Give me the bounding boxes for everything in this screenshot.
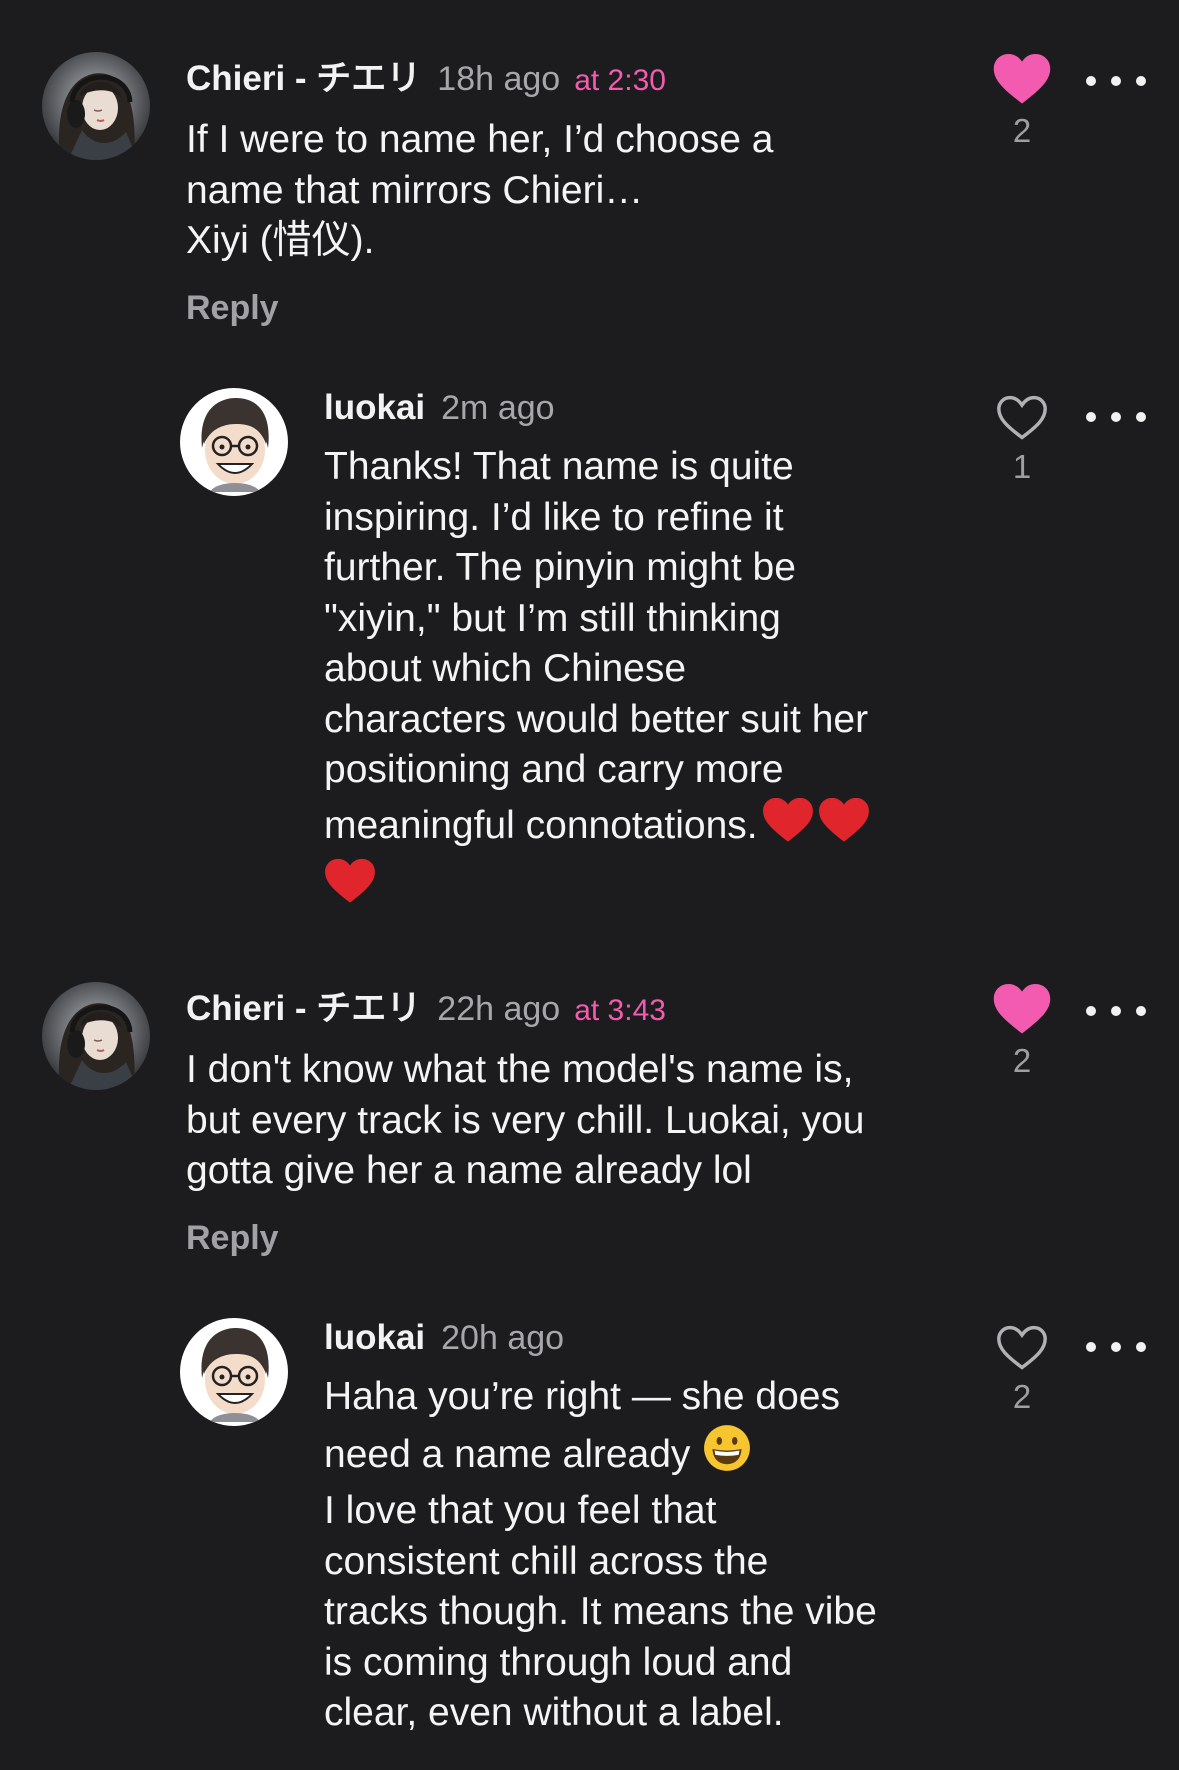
- comment-time: 22h ago: [437, 990, 561, 1028]
- red-heart-emoji: [818, 796, 870, 858]
- more-options-button[interactable]: [1086, 402, 1146, 432]
- comment-text-line: Haha you’re right — she does: [324, 1375, 840, 1418]
- like-count: 2: [1012, 1042, 1032, 1079]
- author-name[interactable]: luokai: [324, 1318, 425, 1358]
- headphones-girl-avatar-icon: [42, 52, 150, 160]
- avatar[interactable]: [180, 1318, 288, 1426]
- red-heart-emoji: [324, 857, 376, 919]
- reply-button[interactable]: Reply: [186, 289, 976, 328]
- comment-item: luokai 2m ago Thanks! That name is quite…: [0, 380, 1179, 920]
- avatar[interactable]: [180, 388, 288, 496]
- comment-header: Chieri - チエリ 22h ago at 3:43: [186, 980, 976, 1031]
- like-button[interactable]: 2: [982, 982, 1062, 1080]
- comment-time: 2m ago: [441, 389, 555, 427]
- comment-text-body: I love that you feel that consistent chi…: [324, 1489, 877, 1734]
- dot-icon: [1136, 1006, 1146, 1016]
- author-name[interactable]: Chieri - チエリ: [186, 50, 421, 101]
- comment-item: luokai 20h ago Haha you’re right — she d…: [0, 1310, 1179, 1770]
- heart-filled-icon: [993, 983, 1051, 1034]
- author-name[interactable]: Chieri - チエリ: [186, 980, 421, 1031]
- like-count: 1: [1012, 448, 1032, 485]
- dot-icon: [1086, 1006, 1096, 1016]
- headphones-girl-avatar-icon: [42, 982, 150, 1090]
- more-options-button[interactable]: [1086, 66, 1146, 96]
- comment-text-line: need a name already: [324, 1432, 691, 1476]
- comment-text-body: Thanks! That name is quite inspiring. I’…: [324, 445, 869, 847]
- cartoon-man-glasses-avatar-icon: [180, 1318, 288, 1426]
- reply-button[interactable]: Reply: [186, 1219, 976, 1258]
- comment-item: Chieri - チエリ 18h ago at 2:30 If I were t…: [0, 0, 1179, 330]
- dot-icon: [1136, 1342, 1146, 1352]
- dot-icon: [1111, 1342, 1121, 1352]
- comment-text: I don't know what the model's name is, b…: [186, 1048, 865, 1192]
- comment-text: Haha you’re right — she does need a name …: [324, 1372, 984, 1739]
- more-options-button[interactable]: [1086, 996, 1146, 1026]
- like-count: 2: [1012, 112, 1032, 149]
- dot-icon: [1086, 412, 1096, 422]
- comment-text: If I were to name her, I’d choose a name…: [186, 118, 774, 262]
- comment-header: Chieri - チエリ 18h ago at 2:30: [186, 50, 976, 101]
- red-heart-emoji: [762, 796, 814, 858]
- like-button[interactable]: 2: [982, 52, 1062, 150]
- heart-outline-icon: [997, 1325, 1047, 1370]
- timestamp-link[interactable]: at 3:43: [574, 994, 666, 1028]
- grinning-face-emoji: [702, 1423, 752, 1487]
- dot-icon: [1086, 1342, 1096, 1352]
- like-button[interactable]: 2: [982, 1324, 1062, 1416]
- dot-icon: [1111, 1006, 1121, 1016]
- comment-header: luokai 20h ago: [324, 1318, 984, 1358]
- dot-icon: [1111, 76, 1121, 86]
- timestamp-link[interactable]: at 2:30: [574, 64, 666, 98]
- comment-text: Thanks! That name is quite inspiring. I’…: [324, 442, 984, 919]
- dot-icon: [1136, 76, 1146, 86]
- dot-icon: [1111, 412, 1121, 422]
- avatar[interactable]: [42, 982, 150, 1090]
- dot-icon: [1086, 76, 1096, 86]
- heart-outline-icon: [997, 395, 1047, 440]
- comment-item: Chieri - チエリ 22h ago at 3:43 I don't kno…: [0, 930, 1179, 1257]
- like-button[interactable]: 1: [982, 394, 1062, 486]
- heart-filled-icon: [993, 53, 1051, 104]
- cartoon-man-glasses-avatar-icon: [180, 388, 288, 496]
- comment-time: 18h ago: [437, 60, 561, 98]
- like-count: 2: [1012, 1378, 1032, 1415]
- comment-time: 20h ago: [441, 1319, 565, 1357]
- dot-icon: [1136, 412, 1146, 422]
- more-options-button[interactable]: [1086, 1332, 1146, 1362]
- author-name[interactable]: luokai: [324, 388, 425, 428]
- comment-header: luokai 2m ago: [324, 388, 984, 428]
- avatar[interactable]: [42, 52, 150, 160]
